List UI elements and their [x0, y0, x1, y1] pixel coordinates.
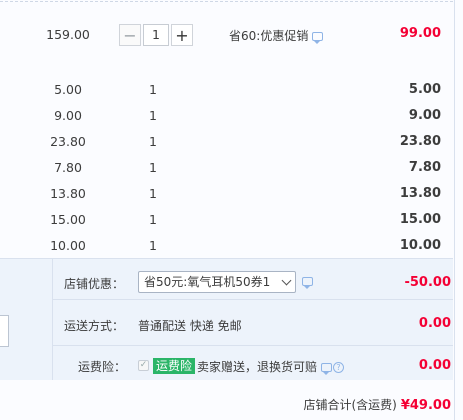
insurance-text: 卖家赠送，退换货可赔: [197, 360, 318, 374]
item-subtotal: 7.80: [408, 160, 441, 175]
plus-icon: +: [175, 25, 189, 45]
discount-amount: -50.00: [404, 275, 451, 290]
item-price: 23.80: [50, 134, 86, 149]
panel-divider: [52, 345, 453, 346]
item-subtotal: 5.00: [408, 82, 441, 97]
promo-info: 省60:优惠促销: [229, 27, 324, 44]
insurance-info: 卖家赠送，退换货可赔?: [197, 358, 345, 375]
shipping-amount: 0.00: [418, 316, 451, 331]
panel-divider: [52, 259, 53, 380]
message-input[interactable]: [0, 315, 9, 347]
right-border: [454, 0, 455, 420]
discount-selected-value: 省50元:氧气耳机50券1: [144, 275, 271, 289]
item-quantity: 1: [149, 186, 157, 201]
comment-icon[interactable]: [302, 277, 313, 289]
item-quantity: 1: [149, 238, 157, 253]
total-label: 店铺合计(含运费): [303, 398, 397, 412]
item-subtotal: 13.80: [399, 186, 441, 201]
item-subtotal: 10.00: [399, 238, 441, 253]
increase-button[interactable]: +: [171, 24, 193, 46]
promo-label: 省60:优惠促销: [229, 29, 309, 43]
question-icon[interactable]: ?: [333, 362, 345, 373]
item-price: 5.00: [54, 82, 82, 97]
discount-select[interactable]: 省50元:氧气耳机50券1: [138, 271, 296, 293]
item-price: 159.00: [46, 27, 90, 42]
item-quantity: 1: [149, 212, 157, 227]
top-divider: [0, 1, 453, 2]
insurance-amount: 0.00: [418, 358, 451, 373]
cart-item-row: 159.00 99.00: [0, 25, 453, 55]
item-subtotal: 99.00: [399, 26, 441, 41]
discount-label: 店铺优惠：: [64, 277, 125, 291]
total-amount: ¥49.00: [400, 398, 451, 413]
item-subtotal: 15.00: [399, 212, 441, 227]
item-price: 10.00: [50, 238, 86, 253]
panel-divider: [52, 299, 453, 300]
item-quantity: 1: [149, 108, 157, 123]
item-price: 13.80: [50, 186, 86, 201]
decrease-button[interactable]: −: [119, 24, 141, 46]
quantity-input[interactable]: 1: [143, 24, 169, 46]
shipping-method: 普通配送 快递 免邮: [138, 319, 242, 333]
check-icon: ✓: [139, 360, 148, 370]
item-quantity: 1: [149, 82, 157, 97]
comment-icon[interactable]: [321, 363, 333, 375]
insurance-label: 运费险：: [78, 360, 127, 374]
comment-icon[interactable]: [312, 32, 324, 44]
insurance-checkbox[interactable]: ✓: [138, 360, 149, 371]
item-price: 15.00: [50, 212, 86, 227]
item-quantity: 1: [149, 134, 157, 149]
chevron-down-icon: [281, 275, 292, 286]
shipping-label: 运送方式：: [64, 319, 125, 333]
quantity-stepper: − 1 +: [119, 24, 193, 46]
insurance-tag: 运费险: [153, 358, 196, 374]
item-subtotal: 9.00: [408, 108, 441, 123]
item-price: 9.00: [54, 108, 82, 123]
shop-total: 店铺合计(含运费) ¥49.00: [303, 396, 451, 413]
item-price: 7.80: [54, 160, 82, 175]
item-quantity: 1: [149, 160, 157, 175]
item-subtotal: 23.80: [399, 134, 441, 149]
minus-icon: −: [123, 25, 137, 45]
